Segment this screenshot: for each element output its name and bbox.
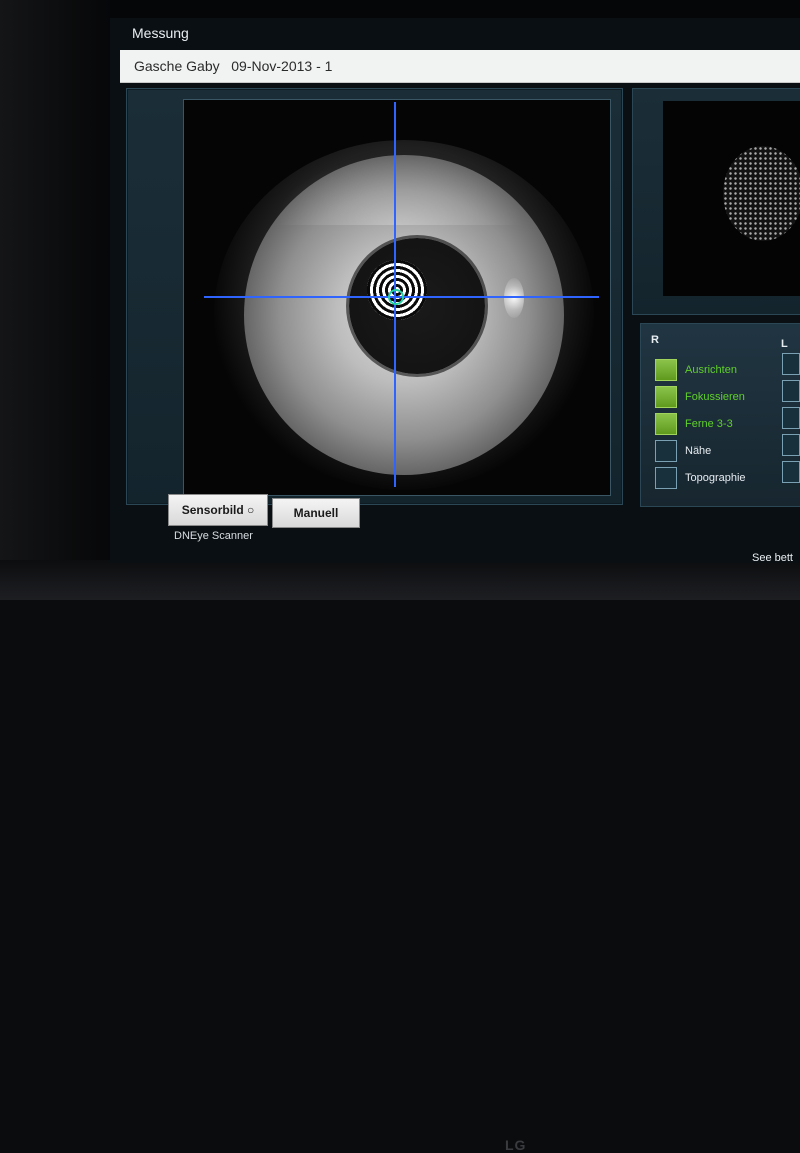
window-title: Messung	[132, 25, 189, 41]
step-label: Nähe	[685, 445, 712, 457]
eye-camera-view[interactable]	[183, 99, 611, 496]
measurement-status-panel: R L Ausrichten Fokussieren Ferne 3-3 Näh…	[640, 323, 800, 507]
footer-hint: See bett	[752, 552, 793, 563]
monitor-bezel-bottom: LG	[0, 560, 800, 1153]
step-status-box	[655, 440, 677, 462]
patient-header: Gasche Gaby 09-Nov-2013 - 1	[134, 58, 333, 74]
step-label: Topographie	[685, 472, 746, 484]
main-camera-panel	[126, 88, 623, 505]
left-step-status-box[interactable]	[782, 380, 800, 402]
left-step-status-box[interactable]	[782, 407, 800, 429]
monitor-bezel-left	[0, 0, 110, 600]
left-step-status-box[interactable]	[782, 353, 800, 375]
left-eye-label: L	[781, 338, 788, 350]
step-topographie[interactable]: Topographie	[655, 467, 795, 491]
step-ferne[interactable]: Ferne 3-3	[655, 413, 795, 437]
step-label: Fokussieren	[685, 391, 745, 403]
patient-bar: Gasche Gaby 09-Nov-2013 - 1	[120, 50, 800, 83]
left-step-status-box[interactable]	[782, 461, 800, 483]
left-step-status-box[interactable]	[782, 434, 800, 456]
sensor-preview-panel	[632, 88, 800, 315]
right-eye-label: R	[651, 334, 659, 346]
step-status-box	[655, 467, 677, 489]
step-ausrichten[interactable]: Ausrichten	[655, 359, 795, 383]
step-status-box	[655, 359, 677, 381]
step-label: Ausrichten	[685, 364, 737, 376]
step-status-box	[655, 386, 677, 408]
eye-lid-highlight	[274, 155, 524, 225]
sensor-preview-view	[663, 101, 800, 296]
step-naehe[interactable]: Nähe	[655, 440, 795, 464]
manual-button[interactable]: Manuell	[272, 498, 360, 528]
sensor-image-button[interactable]: Sensorbild ○	[168, 494, 268, 526]
monitor-brand-logo: LG	[505, 1137, 527, 1153]
sensor-spot-pattern	[723, 146, 800, 241]
corneal-reflex	[504, 278, 524, 318]
scanner-label: DNEye Scanner	[174, 530, 253, 542]
app-screen: Messung Gasche Gaby 09-Nov-2013 - 1 Sens…	[110, 18, 800, 563]
monitor-bezel-top	[0, 0, 800, 18]
left-eye-status-column	[782, 353, 800, 493]
step-label: Ferne 3-3	[685, 418, 733, 430]
step-status-box	[655, 413, 677, 435]
alignment-target-icon	[388, 289, 404, 305]
step-fokussieren[interactable]: Fokussieren	[655, 386, 795, 410]
